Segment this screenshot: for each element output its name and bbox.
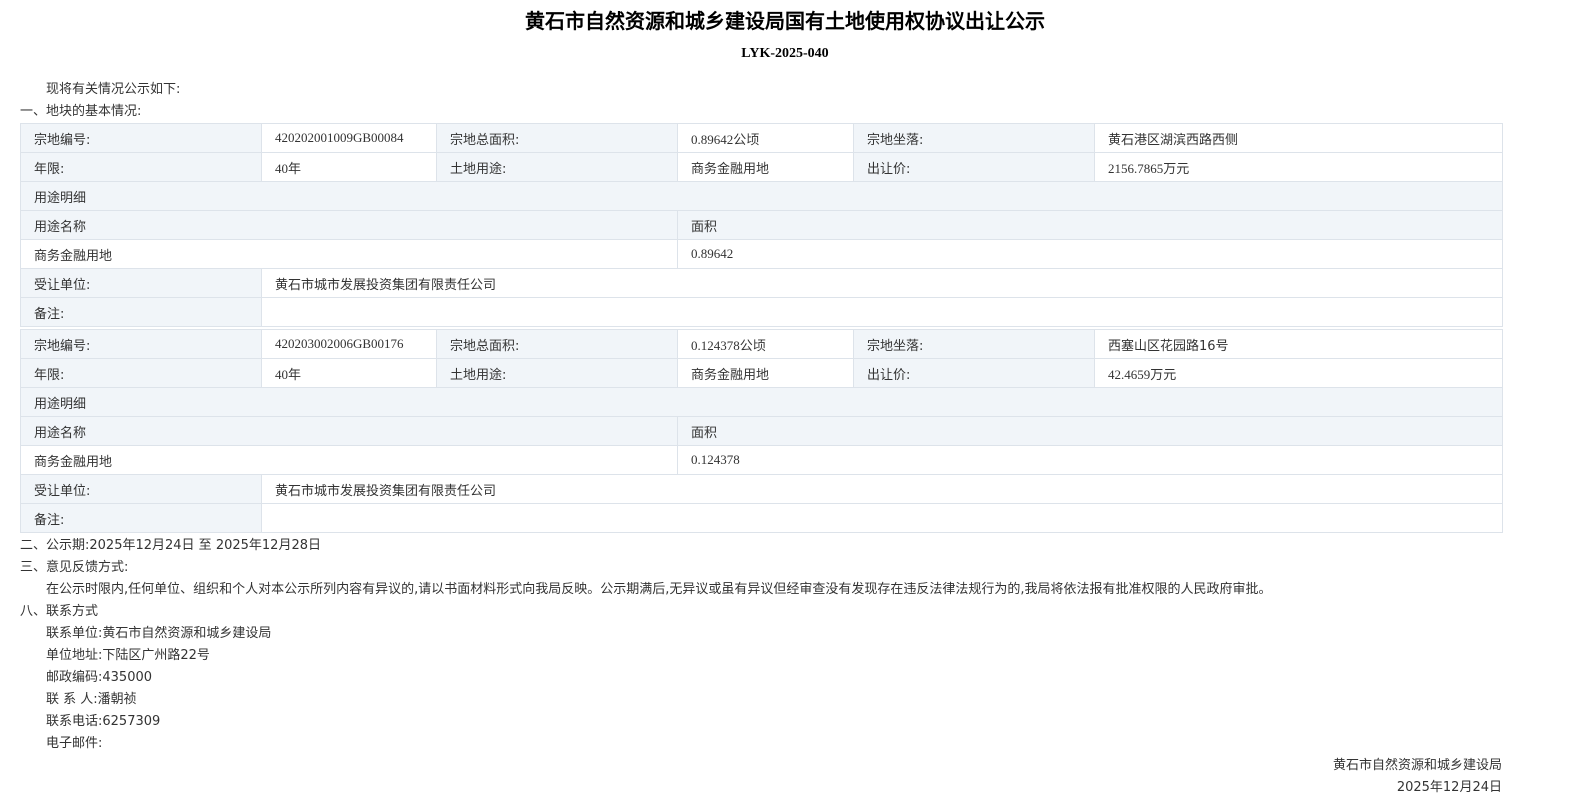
feedback-title: 三、意见反馈方式:: [20, 560, 129, 575]
parcel-row-basic: 宗地编号: 420203002006GB00176 宗地总面积: 0.12437…: [20, 329, 1503, 359]
contact-person: 联 系 人:潘朝祯: [46, 692, 137, 707]
total-area-label: 宗地总面积:: [436, 329, 678, 359]
use-area-value: 0.89642: [677, 239, 1503, 269]
section-basic-info-title: 一、地块的基本情况:: [20, 104, 142, 119]
parcel-no-label: 宗地编号:: [20, 329, 262, 359]
location-value: 黄石港区湖滨西路西侧: [1094, 123, 1503, 153]
use-name-header: 用途名称: [20, 210, 678, 240]
grantee-value: 黄石市城市发展投资集团有限责任公司: [261, 474, 1503, 504]
grantee-row: 受让单位: 黄石市城市发展投资集团有限责任公司: [20, 474, 1503, 504]
page-title: 黄石市自然资源和城乡建设局国有土地使用权协议出让公示: [525, 9, 1045, 33]
price-value: 2156.7865万元: [1094, 152, 1503, 182]
intro-text: 现将有关情况公示如下:: [46, 82, 181, 97]
price-label: 出让价:: [853, 358, 1095, 388]
use-detail-row: 用途明细: [20, 387, 1503, 417]
contact-email: 电子邮件:: [46, 736, 103, 751]
parcel-no-value: 420203002006GB00176: [261, 329, 437, 359]
use-detail-header-row: 用途名称 面积: [20, 416, 1503, 446]
grantee-label: 受让单位:: [20, 268, 262, 298]
contact-title: 八、联系方式: [20, 604, 99, 619]
grantee-label: 受让单位:: [20, 474, 262, 504]
term-value: 40年: [261, 152, 437, 182]
parcel-row-terms: 年限: 40年 土地用途: 商务金融用地 出让价: 42.4659万元: [20, 358, 1503, 388]
notice-period: 二、公示期:2025年12月24日 至 2025年12月28日: [20, 538, 321, 553]
contact-phone: 联系电话:6257309: [46, 714, 161, 729]
land-use-label: 土地用途:: [436, 152, 678, 182]
land-use-value: 商务金融用地: [677, 152, 854, 182]
use-detail-row: 用途明细: [20, 181, 1503, 211]
parcel-row-basic: 宗地编号: 420202001009GB00084 宗地总面积: 0.89642…: [20, 123, 1503, 153]
term-value: 40年: [261, 358, 437, 388]
total-area-value: 0.89642公顷: [677, 123, 854, 153]
contact-postcode: 邮政编码:435000: [46, 670, 153, 685]
land-use-label: 土地用途:: [436, 358, 678, 388]
use-name-value: 商务金融用地: [20, 239, 678, 269]
issue-date: 2025年12月24日: [1396, 780, 1502, 795]
parcel-no-label: 宗地编号:: [20, 123, 262, 153]
grantee-row: 受让单位: 黄石市城市发展投资集团有限责任公司: [20, 268, 1503, 298]
contact-unit: 联系单位:黄石市自然资源和城乡建设局: [46, 626, 272, 641]
contact-address: 单位地址:下陆区广州路22号: [46, 648, 210, 663]
location-value: 西塞山区花园路16号: [1094, 329, 1503, 359]
remarks-row: 备注:: [20, 297, 1503, 327]
remarks-value: [261, 297, 1503, 327]
area-header: 面积: [677, 210, 1503, 240]
use-name-value: 商务金融用地: [20, 445, 678, 475]
use-detail-heading: 用途明细: [20, 387, 1503, 417]
remarks-label: 备注:: [20, 503, 262, 533]
remarks-value: [261, 503, 1503, 533]
area-header: 面积: [677, 416, 1503, 446]
issuer-signature: 黄石市自然资源和城乡建设局: [1332, 758, 1502, 773]
use-detail-header-row: 用途名称 面积: [20, 210, 1503, 240]
parcel-no-value: 420202001009GB00084: [261, 123, 437, 153]
use-area-value: 0.124378: [677, 445, 1503, 475]
grantee-value: 黄石市城市发展投资集团有限责任公司: [261, 268, 1503, 298]
use-name-header: 用途名称: [20, 416, 678, 446]
parcel-table-2: 宗地编号: 420203002006GB00176 宗地总面积: 0.12437…: [20, 329, 1503, 533]
total-area-value: 0.124378公顷: [677, 329, 854, 359]
use-detail-heading: 用途明细: [20, 181, 1503, 211]
parcel-table-1: 宗地编号: 420202001009GB00084 宗地总面积: 0.89642…: [20, 123, 1503, 327]
term-label: 年限:: [20, 358, 262, 388]
parcel-row-terms: 年限: 40年 土地用途: 商务金融用地 出让价: 2156.7865万元: [20, 152, 1503, 182]
use-detail-data-row: 商务金融用地 0.89642: [20, 239, 1503, 269]
term-label: 年限:: [20, 152, 262, 182]
price-value: 42.4659万元: [1094, 358, 1503, 388]
location-label: 宗地坐落:: [853, 329, 1095, 359]
land-use-value: 商务金融用地: [677, 358, 854, 388]
price-label: 出让价:: [853, 152, 1095, 182]
total-area-label: 宗地总面积:: [436, 123, 678, 153]
feedback-text: 在公示时限内,任何单位、组织和个人对本公示所列内容有异议的,请以书面材料形式向我…: [46, 582, 1272, 597]
document-number: LYK-2025-040: [741, 46, 829, 61]
remarks-label: 备注:: [20, 297, 262, 327]
location-label: 宗地坐落:: [853, 123, 1095, 153]
remarks-row: 备注:: [20, 503, 1503, 533]
use-detail-data-row: 商务金融用地 0.124378: [20, 445, 1503, 475]
